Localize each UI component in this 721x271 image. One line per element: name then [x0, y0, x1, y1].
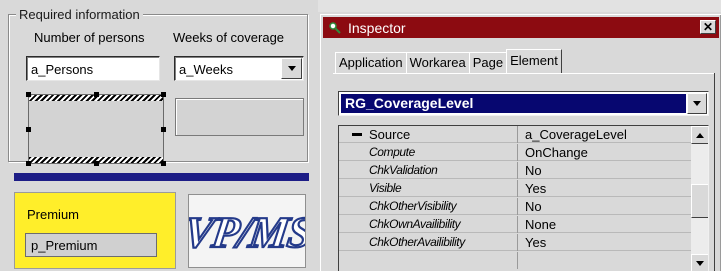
property-name: Compute: [339, 144, 518, 161]
selected-element-frame[interactable]: [26, 92, 166, 166]
weeks-dropdown-button[interactable]: [281, 58, 302, 79]
resize-handle[interactable]: [26, 161, 31, 166]
tab-panel-border-right: [714, 73, 715, 271]
vpms-logo: VP/MS: [188, 194, 306, 268]
property-name: ChkOwnAvailibility: [339, 216, 518, 233]
property-row[interactable]: ChkValidation No: [339, 162, 691, 179]
close-icon: ✕: [702, 20, 714, 34]
property-name: Source: [339, 126, 518, 143]
empty-field-box[interactable]: [175, 98, 304, 136]
persons-field-value: a_Persons: [31, 62, 94, 77]
weeks-combobox[interactable]: a_Weeks: [174, 56, 304, 81]
property-row[interactable]: ChkOtherAvailibility Yes: [339, 234, 691, 251]
form-canvas: Required information Number of persons W…: [0, 0, 318, 271]
property-value[interactable]: No: [519, 198, 691, 215]
object-selector-value: RG_CoverageLevel: [341, 94, 686, 113]
property-name: ChkValidation: [339, 162, 518, 179]
group-title: Required information: [16, 7, 143, 22]
property-value[interactable]: Yes: [519, 180, 691, 197]
resize-handle[interactable]: [161, 92, 166, 97]
vpms-logo-text: VP/MS: [189, 208, 305, 257]
chevron-down-icon: [696, 260, 704, 266]
resize-handle[interactable]: [161, 127, 166, 132]
inspector-window: Inspector ✕ Application Workarea Page El…: [320, 14, 721, 271]
inspector-app-icon: [328, 21, 342, 35]
chevron-up-icon: [696, 132, 704, 138]
property-row-source[interactable]: Source a_CoverageLevel: [339, 126, 691, 143]
resize-handle[interactable]: [94, 161, 99, 166]
property-value[interactable]: OnChange: [519, 144, 691, 161]
collapse-icon[interactable]: [352, 133, 362, 136]
premium-field-value: p_Premium: [31, 238, 98, 253]
weeks-label: Weeks of coverage: [173, 30, 285, 45]
close-button[interactable]: ✕: [700, 20, 716, 34]
property-grid: Source a_CoverageLevel Compute OnChange …: [338, 125, 709, 271]
tab-page[interactable]: Page: [468, 52, 508, 73]
persons-label: Number of persons: [34, 30, 145, 45]
property-name: ChkOtherVisibility: [339, 198, 518, 215]
tab-panel-border: [333, 73, 715, 74]
chevron-down-icon: [287, 66, 296, 71]
premium-field: p_Premium: [25, 233, 157, 257]
property-row-empty: [339, 252, 691, 269]
property-row[interactable]: Compute OnChange: [339, 144, 691, 161]
weeks-combobox-value: a_Weeks: [179, 62, 233, 77]
resize-handle[interactable]: [161, 161, 166, 166]
tab-application[interactable]: Application: [335, 52, 407, 73]
tab-workarea[interactable]: Workarea: [405, 52, 470, 73]
inspector-titlebar[interactable]: Inspector ✕: [323, 17, 719, 38]
property-value[interactable]: Yes: [519, 234, 691, 251]
property-name: Visible: [339, 180, 518, 197]
resize-handle[interactable]: [26, 92, 31, 97]
premium-label: Premium: [27, 207, 80, 222]
object-selector[interactable]: RG_CoverageLevel: [338, 91, 709, 116]
property-value[interactable]: No: [519, 162, 691, 179]
tab-element[interactable]: Element: [506, 49, 562, 73]
chevron-down-icon: [693, 101, 701, 106]
resize-handle[interactable]: [26, 127, 31, 132]
property-name: ChkOtherAvailibility: [339, 234, 518, 251]
inspector-title: Inspector: [348, 19, 406, 36]
resize-handle[interactable]: [94, 92, 99, 97]
premium-panel[interactable]: Premium p_Premium: [14, 192, 176, 269]
scroll-down-button[interactable]: [691, 254, 708, 271]
inspector-tabs: Application Workarea Page Element: [335, 49, 562, 73]
property-value[interactable]: a_CoverageLevel: [519, 126, 691, 143]
scrollbar-thumb[interactable]: [691, 184, 708, 218]
vpms-logo-graphic: VP/MS: [189, 207, 305, 258]
object-dropdown-button[interactable]: [687, 93, 707, 114]
property-name-text: Source: [369, 127, 411, 142]
scroll-up-button[interactable]: [691, 126, 708, 144]
property-name-empty: [339, 252, 518, 269]
property-row[interactable]: Visible Yes: [339, 180, 691, 197]
property-row[interactable]: ChkOwnAvailibility None: [339, 216, 691, 233]
property-scrollbar[interactable]: [691, 126, 708, 271]
property-value[interactable]: None: [519, 216, 691, 233]
property-row[interactable]: ChkOtherVisibility No: [339, 198, 691, 215]
divider-bar: [14, 173, 309, 181]
persons-field[interactable]: a_Persons: [26, 56, 160, 81]
